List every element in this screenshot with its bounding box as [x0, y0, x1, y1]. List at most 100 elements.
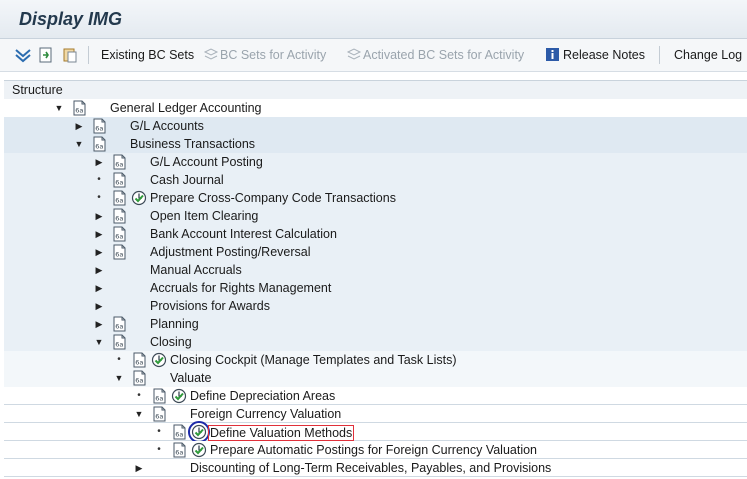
- tree-node-label[interactable]: Adjustment Posting/Reversal: [150, 245, 311, 259]
- collapse-node-icon[interactable]: ▼: [114, 372, 124, 384]
- tree-row[interactable]: • 6a Cash Journal: [4, 171, 747, 189]
- tree-node-label[interactable]: Manual Accruals: [150, 263, 242, 277]
- expand-node-icon[interactable]: ▶: [94, 246, 104, 258]
- expand-node-icon[interactable]: ▶: [94, 264, 104, 276]
- documentation-icon[interactable]: 6a: [112, 334, 128, 350]
- svg-text:6a: 6a: [115, 215, 123, 223]
- documentation-icon[interactable]: 6a: [172, 442, 188, 458]
- subtree-icon[interactable]: [37, 46, 55, 64]
- tree-node-label[interactable]: Bank Account Interest Calculation: [150, 227, 337, 241]
- tree-row[interactable]: ▼ 6a Valuate: [4, 369, 747, 387]
- tree-node-label[interactable]: Accruals for Rights Management: [150, 281, 331, 295]
- paste-icon[interactable]: [61, 46, 79, 64]
- release-notes-button[interactable]: Release Notes: [563, 47, 645, 63]
- documentation-icon[interactable]: 6a: [72, 100, 88, 116]
- expand-node-icon[interactable]: ▶: [94, 156, 104, 168]
- selected-node-label[interactable]: Define Valuation Methods: [208, 425, 355, 441]
- tree-row[interactable]: • 6a Define Depreciation Areas: [4, 387, 747, 405]
- execute-activity-icon[interactable]: [171, 388, 187, 404]
- tree-node-label[interactable]: Closing Cockpit (Manage Templates and Ta…: [170, 353, 456, 367]
- documentation-icon[interactable]: 6a: [152, 388, 168, 404]
- documentation-icon[interactable]: 6a: [112, 316, 128, 332]
- execute-activity-icon[interactable]: [191, 442, 207, 458]
- toolbar-separator: [659, 46, 660, 64]
- svg-text:6a: 6a: [155, 395, 163, 403]
- tree-node-label[interactable]: Open Item Clearing: [150, 209, 258, 223]
- existing-bc-sets-button[interactable]: Existing BC Sets: [101, 47, 194, 63]
- documentation-icon[interactable]: 6a: [112, 244, 128, 260]
- collapse-node-icon[interactable]: ▼: [134, 408, 144, 420]
- documentation-icon[interactable]: 6a: [112, 172, 128, 188]
- documentation-icon[interactable]: 6a: [172, 424, 188, 440]
- tree-node-label[interactable]: Business Transactions: [130, 137, 255, 151]
- expand-node-icon[interactable]: ▶: [134, 462, 144, 474]
- documentation-icon[interactable]: 6a: [112, 226, 128, 242]
- info-icon: [544, 46, 562, 64]
- activated-bc-sets-for-activity-button[interactable]: Activated BC Sets for Activity: [363, 47, 524, 63]
- tree-row[interactable]: ▶ Provisions for Awards: [4, 297, 747, 315]
- tree-row[interactable]: • 6a Prepare Automatic Postings for Foreig…: [4, 441, 747, 459]
- tree-node-label[interactable]: Foreign Currency Valuation: [190, 407, 341, 421]
- documentation-icon[interactable]: 6a: [152, 406, 168, 422]
- leaf-bullet: •: [137, 390, 141, 401]
- tree-row[interactable]: ▶ Accruals for Rights Management: [4, 279, 747, 297]
- tree-node-label[interactable]: G/L Account Posting: [150, 155, 263, 169]
- tree-row[interactable]: ▶ Manual Accruals: [4, 261, 747, 279]
- expand-all-icon[interactable]: [14, 46, 32, 64]
- expand-node-icon[interactable]: ▶: [94, 228, 104, 240]
- tree-node-label[interactable]: Planning: [150, 317, 199, 331]
- collapse-node-icon[interactable]: ▼: [54, 102, 64, 114]
- tree-node-label[interactable]: Prepare Cross-Company Code Transactions: [150, 191, 396, 205]
- documentation-icon[interactable]: 6a: [112, 154, 128, 170]
- expand-node-icon[interactable]: ▶: [94, 318, 104, 330]
- application-toolbar: Existing BC Sets BC Sets for Activity Ac…: [0, 39, 747, 72]
- tree-row[interactable]: ▶ 6a Bank Account Interest Calculation: [4, 225, 747, 243]
- bc-sets-for-activity-button[interactable]: BC Sets for Activity: [220, 47, 326, 63]
- svg-text:6a: 6a: [115, 179, 123, 187]
- expand-node-icon[interactable]: ▶: [94, 210, 104, 222]
- tree-row[interactable]: ▶ Discounting of Long-Term Receivables, P…: [4, 459, 747, 477]
- execute-activity-icon[interactable]: [151, 352, 167, 368]
- tree-node-label[interactable]: Valuate: [170, 371, 211, 385]
- execute-activity-icon[interactable]: [188, 421, 210, 443]
- tree-row[interactable]: • 6a Prepare Cross-Company Code Transactio…: [4, 189, 747, 207]
- tree-row[interactable]: ▶ 6a G/L Account Posting: [4, 153, 747, 171]
- tree-row[interactable]: ▼ 6a Closing: [4, 333, 747, 351]
- svg-text:6a: 6a: [115, 251, 123, 259]
- documentation-icon[interactable]: 6a: [92, 136, 108, 152]
- documentation-icon[interactable]: 6a: [132, 352, 148, 368]
- expand-node-icon[interactable]: ▶: [94, 282, 104, 294]
- tree-row[interactable]: ▶ 6a Planning: [4, 315, 747, 333]
- documentation-icon[interactable]: 6a: [112, 190, 128, 206]
- svg-text:6a: 6a: [155, 413, 163, 421]
- title-bar: Display IMG: [0, 0, 747, 39]
- tree-row[interactable]: ▼ 6a Business Transactions: [4, 135, 747, 153]
- activated-bc-sets-icon: [345, 46, 363, 64]
- expand-node-icon[interactable]: ▶: [94, 300, 104, 312]
- tree-row[interactable]: • 6a Define Valuation Methods: [4, 421, 747, 443]
- tree-row[interactable]: ▼ 6a Foreign Currency Valuation: [4, 405, 747, 423]
- collapse-node-icon[interactable]: ▼: [74, 138, 84, 150]
- documentation-icon[interactable]: 6a: [92, 118, 108, 134]
- collapse-node-icon[interactable]: ▼: [94, 336, 104, 348]
- execute-activity-icon[interactable]: [131, 190, 147, 206]
- tree-row[interactable]: ▶ 6a G/L Accounts: [4, 117, 747, 135]
- tree-row[interactable]: ▶ 6a Adjustment Posting/Reversal: [4, 243, 747, 261]
- tree-node-label[interactable]: Provisions for Awards: [150, 299, 270, 313]
- documentation-icon[interactable]: 6a: [132, 370, 148, 386]
- tree-row[interactable]: ▼ 6a General Ledger Accounting: [4, 99, 747, 117]
- tree-node-label[interactable]: Closing: [150, 335, 192, 349]
- tree-node-label[interactable]: General Ledger Accounting: [110, 101, 262, 115]
- tree-node-label[interactable]: Define Depreciation Areas: [190, 389, 335, 403]
- tree-node-label[interactable]: Prepare Automatic Postings for Foreign C…: [210, 443, 537, 457]
- display-img-window: Display IMG Existing BC Sets BC Sets for…: [0, 0, 747, 479]
- tree-row[interactable]: • 6a Closing Cockpit (Manage Templates and…: [4, 351, 747, 369]
- tree-node-label[interactable]: G/L Accounts: [130, 119, 204, 133]
- leaf-bullet: •: [97, 192, 101, 203]
- tree-node-label[interactable]: Cash Journal: [150, 173, 224, 187]
- change-log-button[interactable]: Change Log: [674, 47, 742, 63]
- tree-node-label[interactable]: Discounting of Long-Term Receivables, Pa…: [190, 461, 551, 475]
- expand-node-icon[interactable]: ▶: [74, 120, 84, 132]
- tree-row[interactable]: ▶ 6a Open Item Clearing: [4, 207, 747, 225]
- documentation-icon[interactable]: 6a: [112, 208, 128, 224]
